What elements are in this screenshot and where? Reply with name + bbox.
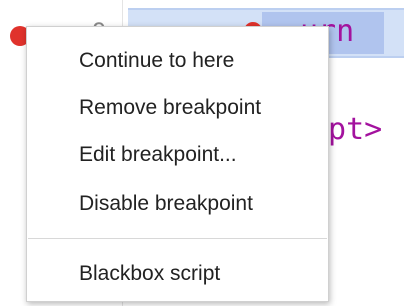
code-editor: 9 urn ipt> Continue to here Remove break…	[0, 0, 404, 306]
menu-item-edit-breakpoint[interactable]: Edit breakpoint...	[27, 133, 328, 177]
menu-separator	[28, 238, 327, 239]
menu-item-continue-to-here[interactable]: Continue to here	[27, 39, 328, 83]
menu-item-blackbox-script[interactable]: Blackbox script	[27, 252, 328, 296]
menu-item-remove-breakpoint[interactable]: Remove breakpoint	[27, 86, 328, 130]
breakpoint-context-menu: Continue to here Remove breakpoint Edit …	[26, 26, 329, 302]
menu-item-disable-breakpoint[interactable]: Disable breakpoint	[27, 182, 328, 226]
